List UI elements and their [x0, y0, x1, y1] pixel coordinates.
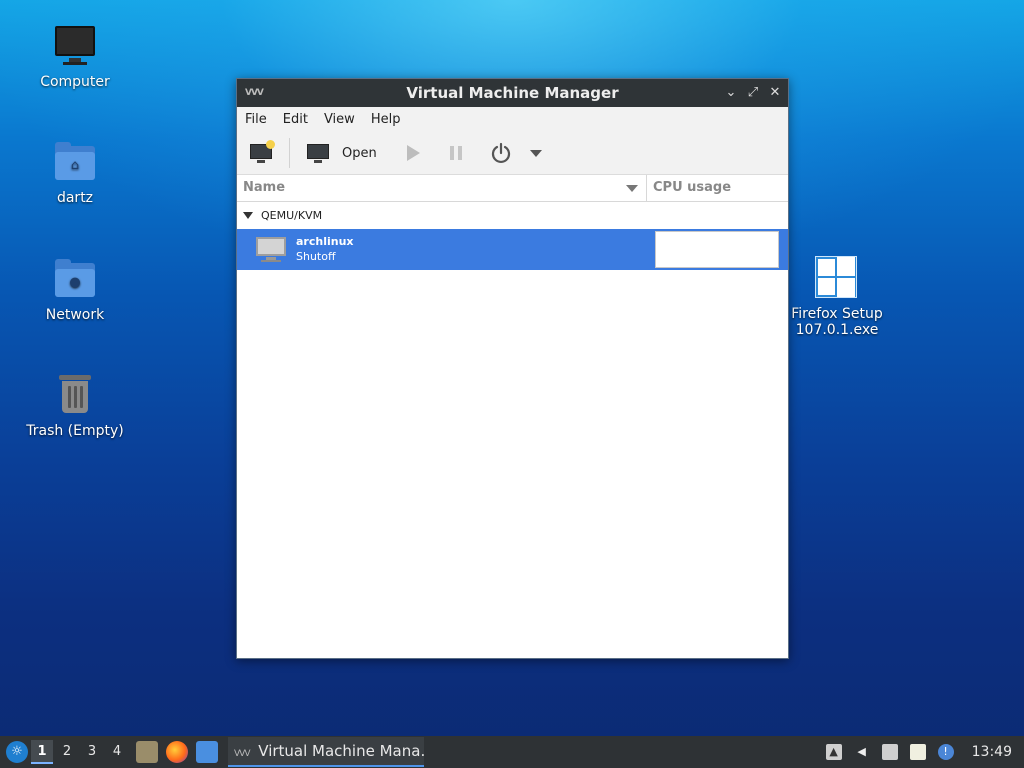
tray-up-arrow-icon[interactable]: ▲ [825, 744, 842, 760]
vm-monitor-icon [255, 236, 287, 262]
virt-manager-logo-icon: VVV [245, 88, 264, 98]
desktop-icon-firefox-setup[interactable]: Firefox Setup 107.0.1.exe [782, 256, 892, 338]
sort-chevron-down-icon [626, 185, 638, 192]
desktop-icon-network[interactable]: ● Network [20, 257, 130, 323]
connection-group-row[interactable]: QEMU/KVM [237, 202, 788, 229]
app-menu-button[interactable]: ☼ [6, 741, 28, 763]
maximize-button[interactable]: ⤢ [746, 79, 760, 107]
expander-triangle-icon[interactable] [243, 212, 253, 219]
new-vm-icon [249, 140, 275, 163]
taskbar-window-label: Virtual Machine Mana... [258, 742, 424, 760]
desktop-icon-label: Trash (Empty) [26, 423, 124, 439]
menubar: File Edit View Help [237, 107, 788, 132]
menu-file[interactable]: File [245, 112, 267, 127]
vm-name: archlinux [296, 235, 354, 248]
desktop-icon-computer[interactable]: Computer [20, 24, 130, 90]
vm-list-row[interactable]: archlinux Shutoff [237, 229, 788, 270]
column-header-cpu-label: CPU usage [653, 180, 732, 195]
toolbar: Open [237, 132, 788, 175]
system-tray: ▲ ◀ ! 13:49 [825, 744, 1024, 760]
virt-manager-logo-icon: VVV [234, 749, 251, 759]
network-icon[interactable] [881, 744, 898, 760]
firefox-icon[interactable] [166, 741, 188, 763]
workspace-1[interactable]: 1 [31, 740, 53, 764]
window-title: Virtual Machine Manager [406, 84, 619, 102]
run-button[interactable] [406, 145, 420, 161]
pause-button[interactable] [449, 146, 462, 160]
vm-status: Shutoff [296, 250, 336, 263]
menu-edit[interactable]: Edit [283, 112, 308, 127]
workspace-2[interactable]: 2 [56, 740, 78, 764]
notification-icon[interactable]: ! [937, 744, 954, 760]
desktop-folder-icon[interactable] [196, 741, 218, 763]
connection-name: QEMU/KVM [261, 209, 323, 222]
trash-icon [53, 373, 97, 417]
column-header-cpu-usage[interactable]: CPU usage [647, 175, 788, 201]
toolbar-separator [289, 138, 290, 168]
open-button-label: Open [342, 145, 377, 161]
desktop-icon-label: Computer [40, 74, 110, 90]
column-header-name-label: Name [243, 180, 286, 195]
monitor-icon [306, 143, 330, 163]
taskbar-window-vmm[interactable]: VVV Virtual Machine Mana... [228, 737, 424, 767]
network-folder-icon: ● [53, 257, 97, 301]
workspace-3[interactable]: 3 [81, 740, 103, 764]
windows-executable-icon [815, 256, 859, 300]
desktop-icon-label: Network [45, 307, 105, 323]
window-titlebar[interactable]: VVV Virtual Machine Manager ⌄ ⤢ ✕ [237, 79, 788, 107]
clock[interactable]: 13:49 [972, 744, 1012, 760]
close-button[interactable]: ✕ [768, 79, 782, 107]
desktop-icon-label: dartz [56, 190, 94, 206]
column-header-name[interactable]: Name [237, 175, 647, 201]
cpu-usage-graph [655, 231, 779, 268]
vmm-window: VVV Virtual Machine Manager ⌄ ⤢ ✕ File E… [236, 78, 789, 659]
minimize-button[interactable]: ⌄ [724, 79, 738, 107]
home-folder-icon: ⌂ [53, 140, 97, 184]
new-vm-button[interactable] [249, 140, 275, 163]
clipboard-icon[interactable] [909, 744, 926, 760]
computer-icon [53, 24, 97, 68]
vm-list-header: Name CPU usage [237, 175, 788, 202]
desktop-icon-trash[interactable]: Trash (Empty) [20, 373, 130, 439]
desktop-icon-home-folder[interactable]: ⌂ dartz [20, 140, 130, 206]
open-button[interactable]: Open [306, 143, 377, 163]
desktop-icon-label: Firefox Setup 107.0.1.exe [791, 306, 883, 338]
menu-view[interactable]: View [324, 112, 355, 127]
file-manager-icon[interactable] [136, 741, 158, 763]
workspace-4[interactable]: 4 [106, 740, 128, 764]
taskbar: ☼ 1 2 3 4 VVV Virtual Machine Mana... ▲ … [0, 736, 1024, 768]
shutdown-button[interactable] [490, 142, 512, 164]
volume-icon[interactable]: ◀ [854, 744, 870, 760]
shutdown-menu-dropdown[interactable] [529, 149, 542, 157]
menu-help[interactable]: Help [371, 112, 401, 127]
